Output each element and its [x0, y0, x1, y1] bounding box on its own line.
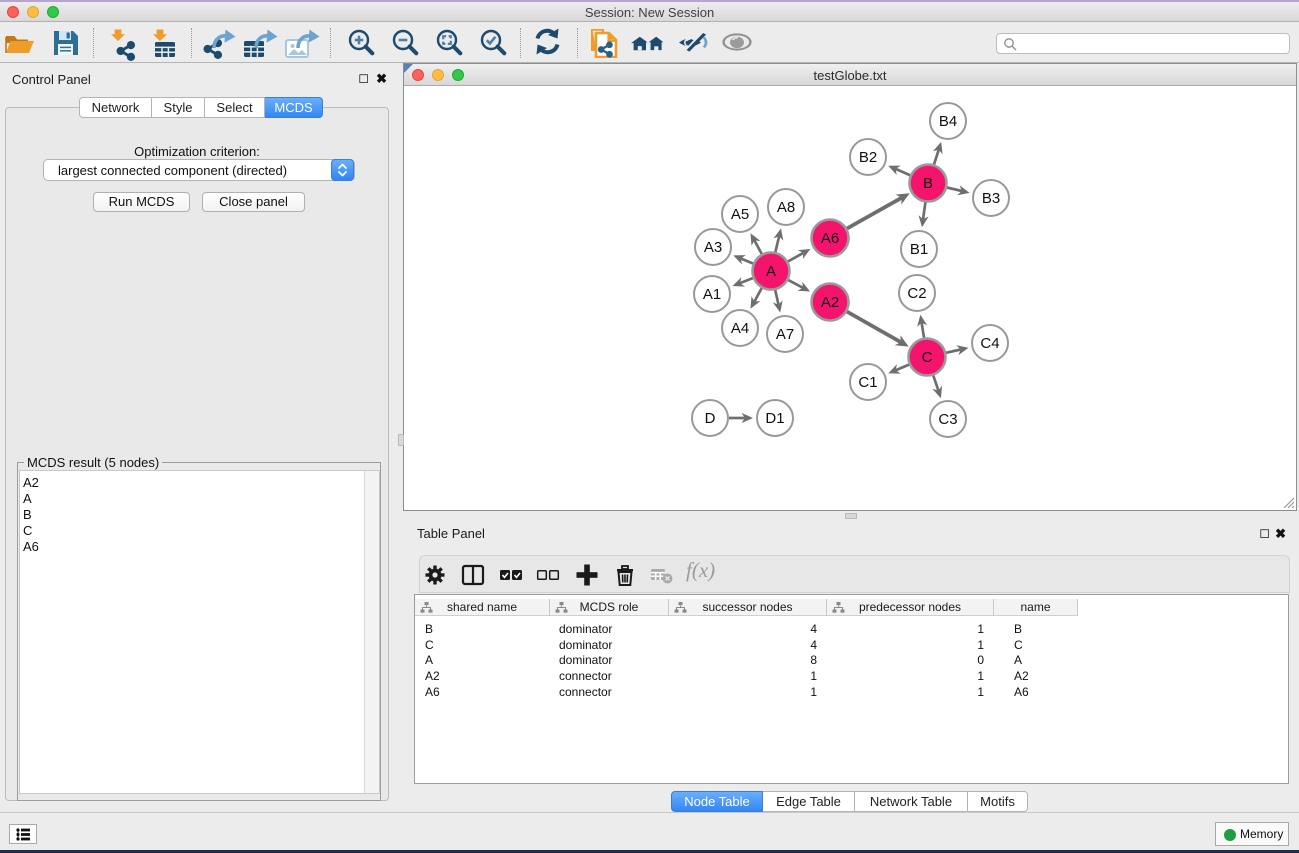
svg-text:A: A [766, 263, 776, 280]
svg-text:A3: A3 [704, 239, 722, 256]
svg-text:A1: A1 [703, 286, 721, 303]
svg-text:D1: D1 [765, 410, 784, 427]
svg-text:A4: A4 [731, 320, 749, 337]
svg-text:C: C [922, 349, 933, 366]
svg-text:A2: A2 [821, 294, 839, 311]
svg-text:C4: C4 [980, 335, 999, 352]
svg-text:B4: B4 [939, 113, 957, 130]
svg-text:B2: B2 [859, 149, 877, 166]
svg-text:A8: A8 [777, 199, 795, 216]
svg-text:D: D [705, 410, 716, 427]
svg-text:C3: C3 [938, 411, 957, 428]
svg-text:C2: C2 [907, 285, 926, 302]
svg-text:B3: B3 [982, 190, 1000, 207]
svg-text:C1: C1 [858, 374, 877, 391]
svg-text:A6: A6 [821, 230, 839, 247]
svg-text:B1: B1 [910, 241, 928, 258]
svg-text:A7: A7 [776, 326, 794, 343]
svg-text:A5: A5 [731, 206, 749, 223]
svg-text:B: B [923, 175, 933, 192]
